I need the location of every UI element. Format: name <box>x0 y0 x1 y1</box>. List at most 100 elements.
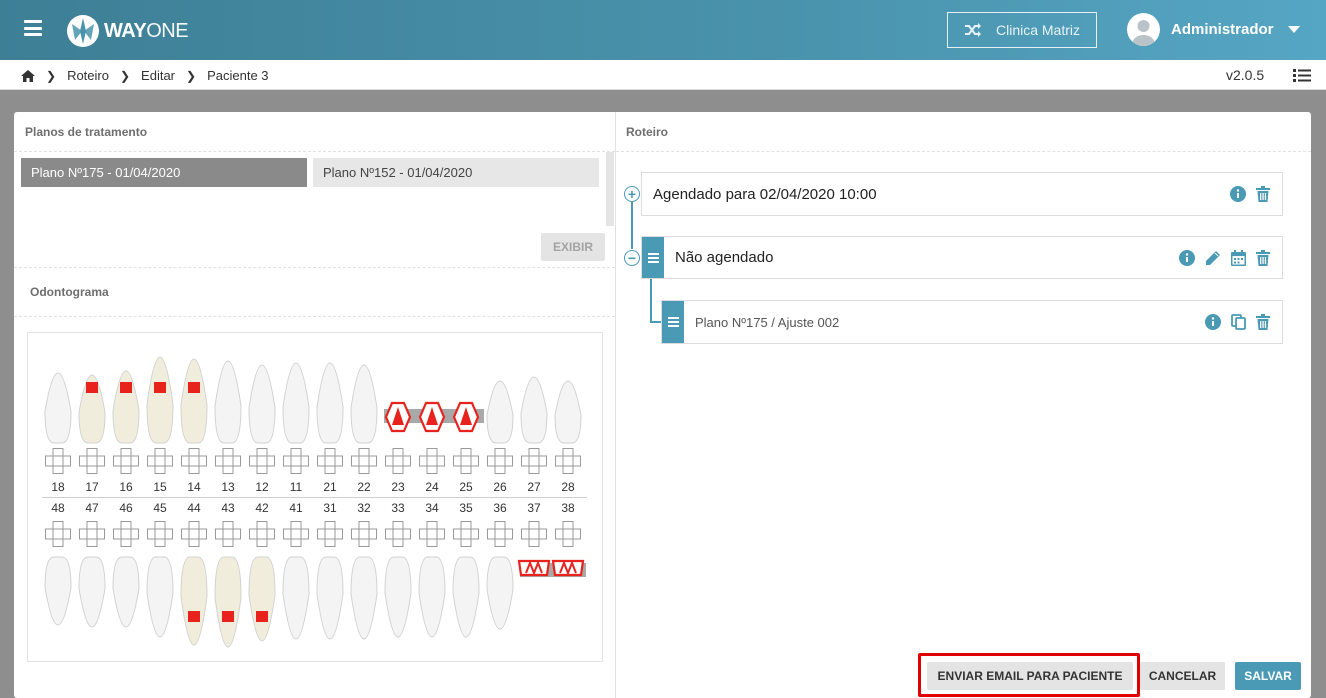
tooth-surface-14[interactable] <box>181 448 207 474</box>
tooth-surface-28[interactable] <box>555 448 581 474</box>
tooth-surface-23[interactable] <box>385 448 411 474</box>
tooth-22[interactable] <box>350 364 378 444</box>
tooth-surface-41[interactable] <box>283 521 309 547</box>
tooth-surface-15[interactable] <box>147 448 173 474</box>
tooth-surface-17[interactable] <box>79 448 105 474</box>
plan-tab-152[interactable]: Plano Nº152 - 01/04/2020 <box>313 158 599 187</box>
send-email-button[interactable]: ENVIAR EMAIL PARA PACIENTE <box>927 662 1133 690</box>
tooth-14[interactable] <box>180 358 208 444</box>
tooth-surface-37[interactable] <box>521 521 547 547</box>
info-icon[interactable] <box>1230 186 1246 202</box>
tooth-surface-47[interactable] <box>79 521 105 547</box>
tooth-21[interactable] <box>316 362 344 444</box>
list-icon[interactable] <box>1293 69 1311 82</box>
tooth-surface-35[interactable] <box>453 521 479 547</box>
tooth-surface-46[interactable] <box>113 521 139 547</box>
upper-teeth-row[interactable] <box>28 345 602 455</box>
breadcrumb-item-roteiro[interactable]: Roteiro <box>67 68 109 83</box>
clinic-switch-button[interactable]: Clinica Matriz <box>947 12 1097 48</box>
exibir-button[interactable]: EXIBIR <box>541 233 605 261</box>
tooth-surface-22[interactable] <box>351 448 377 474</box>
tooth-16[interactable] <box>112 370 140 444</box>
tooth-44[interactable] <box>180 556 208 646</box>
tooth-13[interactable] <box>214 360 242 444</box>
tooth-28[interactable] <box>554 380 582 444</box>
calendar-icon[interactable] <box>1231 249 1246 266</box>
tooth-surface-21[interactable] <box>317 448 343 474</box>
roteiro-item-scheduled[interactable]: Agendado para 02/04/2020 10:00 <box>641 172 1283 216</box>
tooth-17[interactable] <box>78 374 106 444</box>
tooth-12[interactable] <box>248 364 276 444</box>
breadcrumb: ❯ Roteiro ❯ Editar ❯ Paciente 3 <box>21 68 269 83</box>
tooth-surface-13[interactable] <box>215 448 241 474</box>
tooth-surface-38[interactable] <box>555 521 581 547</box>
tooth-surface-36[interactable] <box>487 521 513 547</box>
tooth-surface-12[interactable] <box>249 448 275 474</box>
trash-icon[interactable] <box>1256 186 1270 202</box>
tooth-surface-31[interactable] <box>317 521 343 547</box>
tooth-24-marker[interactable] <box>418 401 446 433</box>
roteiro-item-unscheduled[interactable]: Não agendado <box>641 236 1283 279</box>
tooth-surface-27[interactable] <box>521 448 547 474</box>
tooth-45[interactable] <box>146 556 174 638</box>
tooth-26[interactable] <box>486 380 514 444</box>
drag-handle-icon[interactable] <box>662 301 684 343</box>
info-icon[interactable] <box>1205 314 1221 330</box>
tooth-surface-26[interactable] <box>487 448 513 474</box>
tooth-25-marker[interactable] <box>452 401 480 433</box>
breadcrumb-item-editar[interactable]: Editar <box>141 68 175 83</box>
tooth-surface-48[interactable] <box>45 521 71 547</box>
drag-handle-icon[interactable] <box>642 237 664 278</box>
tooth-11[interactable] <box>282 362 310 444</box>
copy-icon[interactable] <box>1231 314 1246 330</box>
trash-icon[interactable] <box>1256 314 1270 330</box>
lower-teeth-row[interactable] <box>28 553 602 653</box>
tooth-surface-11[interactable] <box>283 448 309 474</box>
collapse-icon[interactable]: − <box>624 250 640 266</box>
tooth-surface-43[interactable] <box>215 521 241 547</box>
menu-icon[interactable] <box>24 20 42 36</box>
info-icon[interactable] <box>1179 249 1195 266</box>
plan-tab-175[interactable]: Plano Nº175 - 01/04/2020 <box>21 158 307 187</box>
tooth-surface-44[interactable] <box>181 521 207 547</box>
tooth-surface-33[interactable] <box>385 521 411 547</box>
tooth-48[interactable] <box>44 556 72 626</box>
expand-icon[interactable]: + <box>624 186 640 202</box>
home-icon[interactable] <box>21 69 35 82</box>
tooth-surface-42[interactable] <box>249 521 275 547</box>
arch-divider <box>42 497 587 498</box>
tooth-32[interactable] <box>350 556 378 640</box>
tooth-18[interactable] <box>44 372 72 444</box>
tooth-46[interactable] <box>112 556 140 628</box>
tooth-43[interactable] <box>214 556 242 648</box>
tooth-15[interactable] <box>146 356 174 444</box>
trash-icon[interactable] <box>1256 249 1270 266</box>
save-button[interactable]: SALVAR <box>1235 662 1301 690</box>
tooth-surface-24[interactable] <box>419 448 445 474</box>
tooth-38-marker[interactable] <box>551 559 585 577</box>
tooth-31[interactable] <box>316 556 344 640</box>
plans-scrollbar[interactable] <box>606 152 614 226</box>
tooth-33[interactable] <box>384 556 412 638</box>
user-menu[interactable]: Administrador <box>1127 13 1300 46</box>
tooth-42[interactable] <box>248 556 276 642</box>
cancel-button[interactable]: CANCELAR <box>1140 662 1225 690</box>
tooth-surface-34[interactable] <box>419 521 445 547</box>
tooth-34[interactable] <box>418 556 446 638</box>
tooth-surface-25[interactable] <box>453 448 479 474</box>
tooth-surface-16[interactable] <box>113 448 139 474</box>
tooth-23-marker[interactable] <box>384 401 412 433</box>
tooth-surface-45[interactable] <box>147 521 173 547</box>
tooth-36[interactable] <box>486 556 514 630</box>
tooth-37-marker[interactable] <box>517 559 551 577</box>
roteiro-item-plan[interactable]: Plano Nº175 / Ajuste 002 <box>661 300 1283 344</box>
tooth-surface-32[interactable] <box>351 521 377 547</box>
tooth-35[interactable] <box>452 556 480 638</box>
tooth-47[interactable] <box>78 556 106 628</box>
tooth-number-48: 48 <box>51 501 65 515</box>
tooth-27[interactable] <box>520 376 548 444</box>
edit-icon[interactable] <box>1205 250 1221 266</box>
tooth-surface-18[interactable] <box>45 448 71 474</box>
tooth-41[interactable] <box>282 556 310 640</box>
breadcrumb-item-paciente: Paciente 3 <box>207 68 269 83</box>
